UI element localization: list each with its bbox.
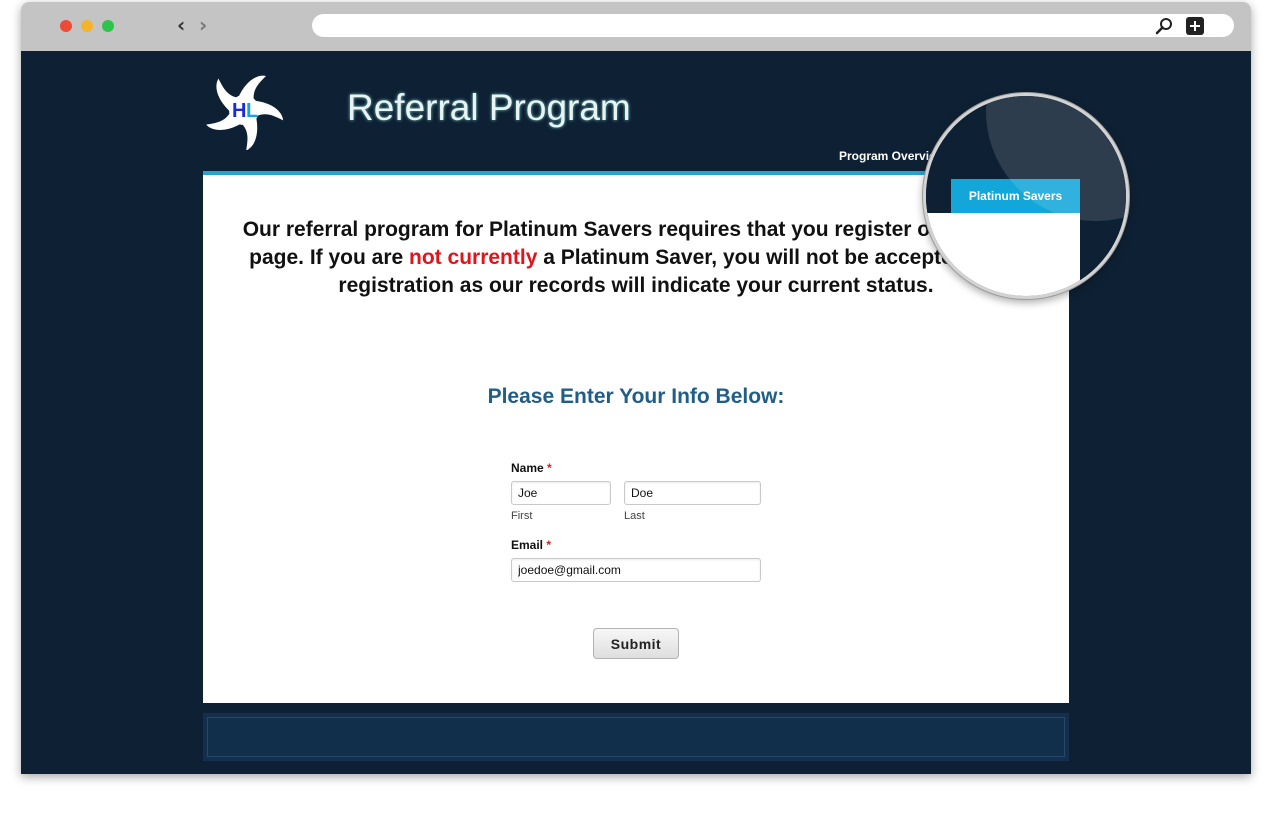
search-icon[interactable]	[1155, 17, 1175, 35]
svg-text:L: L	[246, 100, 258, 122]
required-mark: *	[547, 461, 552, 475]
footer	[203, 713, 1069, 761]
site-title: Referral Program	[347, 87, 631, 128]
form-heading: Please Enter Your Info Below:	[487, 385, 785, 408]
hl-logo: H L	[206, 75, 284, 150]
email-label: Email *	[511, 538, 551, 552]
intro-highlight: not currently	[409, 246, 538, 269]
new-tab-plus-icon[interactable]	[1186, 17, 1204, 35]
last-name-input[interactable]	[624, 481, 761, 505]
magnified-content-area	[926, 213, 1080, 296]
browser-window: ‹ › H L Referral Program Program Overvie…	[21, 2, 1251, 774]
forward-arrow-icon[interactable]: ›	[199, 13, 207, 37]
svg-text:H: H	[232, 100, 246, 122]
first-name-sublabel: First	[511, 510, 533, 522]
email-input[interactable]	[511, 558, 761, 582]
email-label-text: Email	[511, 538, 544, 552]
address-bar[interactable]	[312, 14, 1234, 37]
magnified-background	[1080, 213, 1126, 296]
close-window-button[interactable]	[60, 20, 72, 32]
back-arrow-icon[interactable]: ‹	[177, 13, 185, 37]
page-viewport: H L Referral Program Program Overview Pl…	[21, 51, 1251, 774]
browser-toolbar: ‹ ›	[21, 2, 1251, 51]
name-label: Name *	[511, 461, 552, 475]
first-name-input[interactable]	[511, 481, 611, 505]
last-name-sublabel: Last	[624, 510, 645, 522]
minimize-window-button[interactable]	[81, 20, 93, 32]
maximize-window-button[interactable]	[102, 20, 114, 32]
footer-panel	[207, 717, 1065, 757]
name-label-text: Name	[511, 461, 544, 475]
required-mark: *	[546, 538, 552, 552]
submit-button[interactable]: Submit	[593, 628, 679, 659]
magnifier-lens: Platinum Savers	[926, 96, 1126, 296]
